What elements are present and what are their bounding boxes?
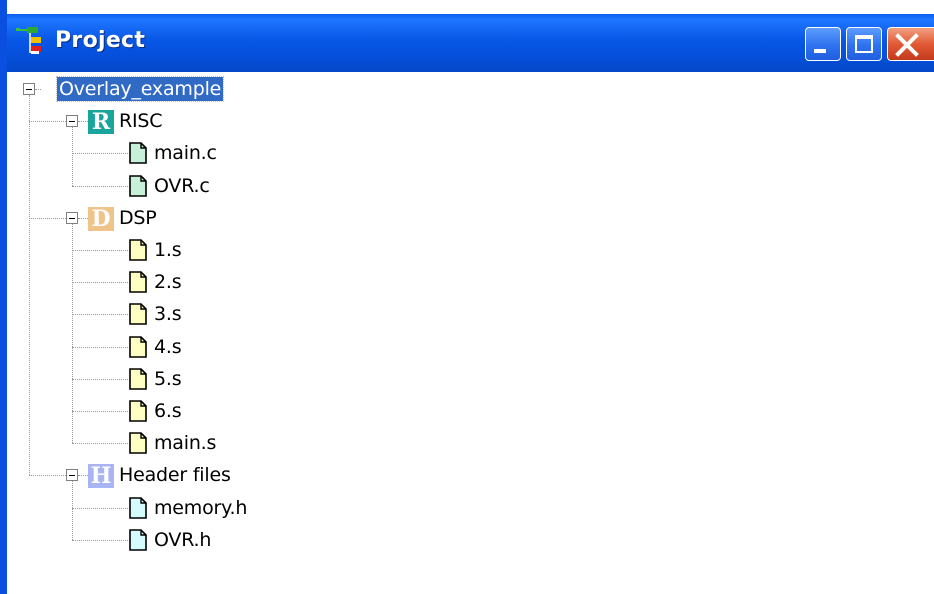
file-item[interactable]: 5.s: [154, 367, 182, 391]
tree-connector: [72, 250, 136, 251]
tree-connector: [78, 218, 88, 219]
tree-connector: [35, 89, 41, 90]
file-item[interactable]: OVR.c: [154, 174, 210, 198]
tree-connector: [72, 540, 136, 541]
file-item[interactable]: 2.s: [154, 270, 182, 294]
minimize-icon: [814, 49, 826, 53]
file-icon: [129, 528, 147, 551]
tree-root-label[interactable]: Overlay_example: [55, 76, 225, 102]
file-icon: [129, 496, 147, 519]
tree-connector: [72, 443, 136, 444]
group-label[interactable]: RISC: [119, 109, 163, 133]
file-item[interactable]: main.c: [154, 141, 217, 165]
file-item[interactable]: OVR.h: [154, 528, 211, 552]
close-button[interactable]: [887, 27, 934, 61]
tree-connector: [78, 121, 88, 122]
group-expander-0[interactable]: [66, 115, 78, 127]
title-bar[interactable]: Project: [7, 14, 934, 72]
maximize-button[interactable]: [846, 27, 882, 61]
file-icon: [129, 303, 147, 326]
project-tree: Overlay_example R RISC main.c OVR.c D DSP 1.s 2.…: [7, 72, 934, 594]
file-item[interactable]: main.s: [154, 431, 216, 455]
tree-connector: [72, 153, 136, 154]
tree-connector: [72, 186, 136, 187]
window-title: Project: [55, 28, 146, 53]
file-icon: [129, 142, 147, 165]
file-icon: [129, 367, 147, 390]
group-label[interactable]: Header files: [119, 463, 231, 487]
group-expander-2[interactable]: [66, 469, 78, 481]
project-tree-icon: [16, 27, 41, 54]
file-icon: [129, 174, 147, 197]
close-icon: [895, 33, 919, 57]
tree-connector: [78, 475, 88, 476]
file-item[interactable]: 6.s: [154, 399, 182, 423]
minimize-button[interactable]: [805, 27, 841, 61]
file-item[interactable]: 3.s: [154, 302, 182, 326]
tree-connector: [72, 508, 136, 509]
file-icon: [129, 271, 147, 293]
group-expander-1[interactable]: [66, 212, 78, 224]
tree-connector: [29, 95, 30, 475]
group-label[interactable]: DSP: [119, 206, 157, 230]
tree-connector: [72, 224, 73, 443]
tree-connector: [72, 411, 136, 412]
file-icon: [129, 432, 147, 454]
tree-connector: [72, 127, 73, 186]
file-item[interactable]: 4.s: [154, 335, 182, 359]
maximize-icon: [855, 35, 873, 53]
project-window: Project Overlay_example R RISC main.c OVR.c D…: [0, 0, 934, 594]
file-icon: [129, 239, 147, 261]
file-icon: [129, 400, 147, 422]
tree-connector: [72, 481, 73, 540]
root-expander[interactable]: [23, 83, 35, 95]
tree-connector: [72, 282, 136, 283]
file-icon: [129, 335, 147, 358]
dsp-folder-icon: D: [88, 206, 114, 231]
file-item[interactable]: 1.s: [154, 238, 182, 262]
header-files-folder-icon: H: [88, 464, 114, 489]
tree-connector: [72, 379, 136, 380]
file-item[interactable]: memory.h: [154, 496, 247, 520]
tree-connector: [72, 347, 136, 348]
risc-folder-icon: R: [88, 110, 114, 135]
tree-connector: [72, 314, 136, 315]
